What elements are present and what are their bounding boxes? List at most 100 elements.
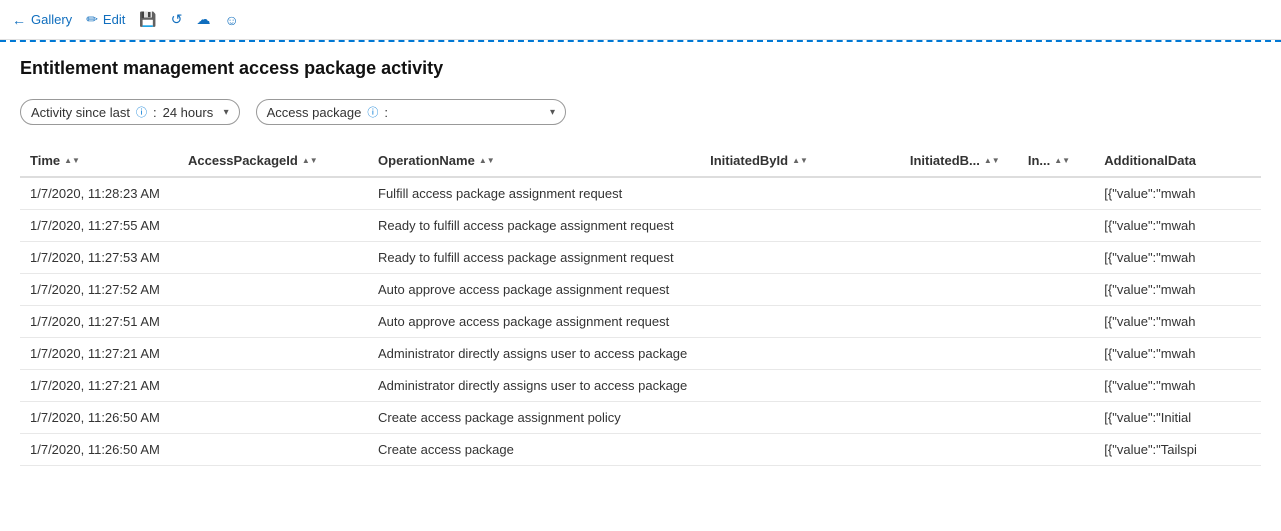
cell-initiatedById [700,210,900,242]
activity-info-icon[interactable]: ⓘ [136,104,147,120]
table-row[interactable]: 1/7/2020, 11:26:50 AMCreate access packa… [20,402,1261,434]
cell-additionalData: [{"value":"mwah [1094,306,1261,338]
table-row[interactable]: 1/7/2020, 11:27:55 AM Ready to fulfill ac… [20,210,1261,242]
package-select[interactable] [394,105,544,120]
cell-operationName: Create access package [368,434,700,466]
col-header-in[interactable]: In... ▲▼ [1018,145,1094,177]
table-row[interactable]: 1/7/2020, 11:27:21 AM Administrator direc… [20,370,1261,402]
gallery-label: Gallery [31,12,72,27]
cell-additionalData: [{"value":"mwah [1094,210,1261,242]
cell-additionalData: [{"value":"mwah [1094,242,1261,274]
cell-additionalData: [{"value":"mwah [1094,338,1261,370]
activity-dropdown-chevron-icon: ▾ [224,107,229,118]
sort-icon-initiatedb[interactable]: ▲▼ [984,157,1000,165]
cell-initiatedB [900,434,1018,466]
activity-filter-group[interactable]: Activity since last ⓘ : 24 hours 1 hour … [20,99,240,125]
package-dropdown-chevron-icon: ▾ [550,107,555,118]
col-header-time[interactable]: Time ▲▼ [20,145,178,177]
table-row[interactable]: 1/7/2020, 11:26:50 AM Create access packa… [20,434,1261,466]
sort-icon-initiatedbyid[interactable]: ▲▼ [792,157,808,165]
edit-icon: ✏ [86,11,98,28]
cell-accessPackageId [178,306,368,338]
cell-in [1018,242,1094,274]
col-header-additionaldata[interactable]: AdditionalData [1094,145,1261,177]
cell-additionalData: [{"value":"mwah [1094,370,1261,402]
gallery-button[interactable]: ← Gallery [12,12,72,28]
col-header-accesspackageid[interactable]: AccessPackageId ▲▼ [178,145,368,177]
cell-initiatedById [700,177,900,210]
cell-accessPackageId [178,370,368,402]
cell-time: 1/7/2020, 11:27:21 AM [20,370,178,402]
save-icon: 💾 [139,11,156,28]
cell-in [1018,274,1094,306]
cell-initiatedById [700,274,900,306]
edit-label: Edit [103,12,125,27]
cell-initiatedById [700,242,900,274]
cell-in [1018,434,1094,466]
table-row[interactable]: 1/7/2020, 11:27:21 AMAdministrator direc… [20,338,1261,370]
cell-in [1018,402,1094,434]
col-header-initiatedb[interactable]: InitiatedB... ▲▼ [900,145,1018,177]
cell-time: 1/7/2020, 11:27:21 AM [20,338,178,370]
col-header-operationname[interactable]: OperationName ▲▼ [368,145,700,177]
table-body: 1/7/2020, 11:28:23 AM Fulfill access pack… [20,177,1261,466]
activity-colon: : [153,105,157,120]
cell-additionalData: [{"value":"Initial [1094,402,1261,434]
cell-time: 1/7/2020, 11:27:53 AM [20,242,178,274]
cell-accessPackageId [178,242,368,274]
edit-button[interactable]: ✏ Edit [86,11,125,28]
toolbar: ← Gallery ✏ Edit 💾 ↺ ☁ ☺ [0,0,1281,40]
table-row[interactable]: 1/7/2020, 11:27:51 AMAuto approve access… [20,306,1261,338]
package-info-icon[interactable]: ⓘ [367,104,378,120]
emoji-button[interactable]: ☺ [225,12,239,28]
filters-bar: Activity since last ⓘ : 24 hours 1 hour … [20,99,1261,125]
package-colon: : [384,105,388,120]
cell-initiatedB [900,370,1018,402]
cell-time: 1/7/2020, 11:26:50 AM [20,402,178,434]
table-row[interactable]: 1/7/2020, 11:27:52 AMAuto approve access… [20,274,1261,306]
cloud-button[interactable]: ☁ [197,11,211,28]
cell-in [1018,338,1094,370]
cell-time: 1/7/2020, 11:28:23 AM [20,177,178,210]
table-row[interactable]: 1/7/2020, 11:27:53 AM Ready to fulfill ac… [20,242,1261,274]
cell-accessPackageId [178,434,368,466]
save-button[interactable]: 💾 [139,11,156,28]
cell-operationName: Ready to fulfill access package assignme… [368,242,700,274]
cell-initiatedB [900,402,1018,434]
sort-icon-operationname[interactable]: ▲▼ [479,157,495,165]
cell-accessPackageId [178,210,368,242]
sort-icon-time[interactable]: ▲▼ [64,157,80,165]
main-content: Entitlement management access package ac… [0,42,1281,482]
cell-initiatedB [900,306,1018,338]
cell-initiatedB [900,210,1018,242]
cell-operationName: Fulfill access package assignment reques… [368,177,700,210]
cell-time: 1/7/2020, 11:27:55 AM [20,210,178,242]
back-arrow-icon: ← [12,12,26,28]
cell-accessPackageId [178,402,368,434]
cell-in [1018,210,1094,242]
cell-operationName: Auto approve access package assignment r… [368,274,700,306]
cell-accessPackageId [178,338,368,370]
activity-table: Time ▲▼ AccessPackageId ▲▼ OperationName… [20,145,1261,466]
cell-operationName: Administrator directly assigns user to a… [368,370,700,402]
sort-icon-in[interactable]: ▲▼ [1054,157,1070,165]
sort-icon-accesspackageid[interactable]: ▲▼ [302,157,318,165]
table-row[interactable]: 1/7/2020, 11:28:23 AM Fulfill access pack… [20,177,1261,210]
cell-in [1018,177,1094,210]
cell-operationName: Auto approve access package assignment r… [368,306,700,338]
cell-initiatedB [900,338,1018,370]
activity-select[interactable]: 24 hours 1 hour 6 hours 12 hours 7 days … [163,105,218,120]
refresh-icon: ↺ [171,11,183,28]
cell-additionalData: [{"value":"Tailspi [1094,434,1261,466]
table-header: Time ▲▼ AccessPackageId ▲▼ OperationName… [20,145,1261,177]
col-header-initiatedbyid[interactable]: InitiatedById ▲▼ [700,145,900,177]
package-filter-group[interactable]: Access package ⓘ : ▾ [256,99,566,125]
cell-initiatedB [900,274,1018,306]
page-title: Entitlement management access package ac… [20,58,1261,79]
cell-initiatedById [700,370,900,402]
cell-operationName: Ready to fulfill access package assignme… [368,210,700,242]
refresh-button[interactable]: ↺ [171,11,183,28]
cell-in [1018,370,1094,402]
cell-initiatedById [700,434,900,466]
cell-time: 1/7/2020, 11:26:50 AM [20,434,178,466]
